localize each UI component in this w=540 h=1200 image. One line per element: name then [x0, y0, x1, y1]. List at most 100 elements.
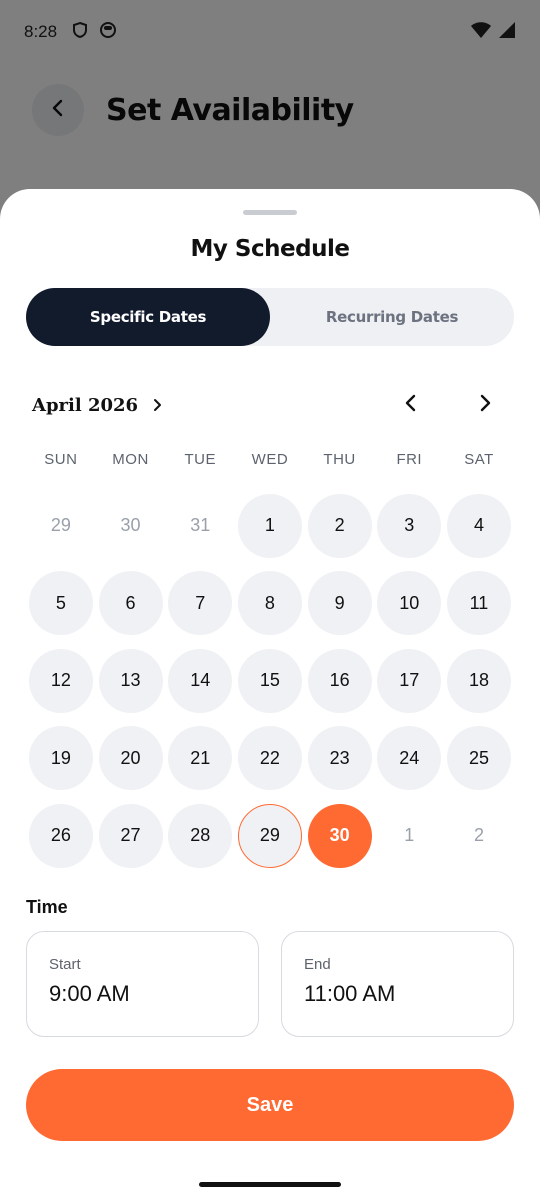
- weekday-header: SUN MON TUE WED THU FRI SAT: [26, 451, 514, 468]
- weekday-label: TUE: [184, 451, 216, 468]
- calendar-cell: 7: [165, 565, 235, 643]
- calendar-day-selected[interactable]: 30: [307, 803, 372, 868]
- calendar-day[interactable]: 19: [28, 726, 93, 791]
- calendar-day[interactable]: 25: [446, 726, 511, 791]
- calendar-day[interactable]: 17: [377, 648, 442, 713]
- chevron-right-icon: [477, 394, 493, 417]
- calendar-cell: 30: [305, 797, 375, 875]
- calendar-cell: 1: [235, 487, 305, 565]
- calendar-day-today[interactable]: 29: [237, 803, 302, 868]
- calendar-day[interactable]: 7: [168, 571, 233, 636]
- calendar-day[interactable]: 6: [98, 571, 163, 636]
- sheet-drag-handle[interactable]: [243, 210, 297, 215]
- calendar-day[interactable]: 10: [377, 571, 442, 636]
- calendar-day[interactable]: 5: [28, 571, 93, 636]
- chevron-right-icon[interactable]: [150, 398, 164, 412]
- calendar-cell: 6: [96, 565, 166, 643]
- calendar-day[interactable]: 2: [307, 493, 372, 558]
- calendar-cell: 20: [96, 720, 166, 798]
- end-time-value: 11:00 AM: [304, 981, 396, 1006]
- start-time-label: Start: [49, 956, 81, 973]
- calendar-cell: 2: [305, 487, 375, 565]
- calendar-day[interactable]: 13: [98, 648, 163, 713]
- weekday-label: SUN: [44, 451, 78, 468]
- calendar-cell: 28: [165, 797, 235, 875]
- schedule-type-tabs: Specific Dates Recurring Dates: [26, 288, 514, 346]
- calendar-cell: 21: [165, 720, 235, 798]
- calendar-cell: 13: [96, 642, 166, 720]
- calendar-cell: 23: [305, 720, 375, 798]
- save-button[interactable]: Save: [26, 1069, 514, 1141]
- calendar-cell: 8: [235, 565, 305, 643]
- calendar-cell: 17: [374, 642, 444, 720]
- calendar-day-outside-month: 31: [190, 515, 211, 536]
- calendar-day[interactable]: 20: [98, 726, 163, 791]
- calendar-day[interactable]: 16: [307, 648, 372, 713]
- calendar-day[interactable]: 4: [446, 493, 511, 558]
- calendar-day[interactable]: 27: [98, 803, 163, 868]
- tab-recurring-dates[interactable]: Recurring Dates: [270, 288, 514, 346]
- calendar-cell: 16: [305, 642, 375, 720]
- end-time-label: End: [304, 956, 331, 973]
- calendar-cell: 5: [26, 565, 96, 643]
- weekday-label: THU: [323, 451, 356, 468]
- calendar-day[interactable]: 28: [168, 803, 233, 868]
- month-label[interactable]: April 2026: [32, 395, 138, 416]
- calendar-cell: 10: [374, 565, 444, 643]
- calendar-day[interactable]: 18: [446, 648, 511, 713]
- calendar-grid: 29 30 31 1 2 3 4 5 6 7 8 9 10 11 12 13 14 15 16 17 18 19 20 21 2…: [26, 487, 514, 875]
- start-time-value: 9:00 AM: [49, 981, 130, 1006]
- next-month-button[interactable]: [470, 390, 500, 420]
- calendar-cell: 27: [96, 797, 166, 875]
- calendar-cell: 19: [26, 720, 96, 798]
- start-time-field[interactable]: Start 9:00 AM: [26, 931, 259, 1037]
- home-gesture-handle[interactable]: [199, 1182, 341, 1187]
- month-nav: [396, 390, 500, 420]
- calendar-cell: 11: [444, 565, 514, 643]
- calendar-day-outside-month: 2: [473, 825, 484, 846]
- weekday-label: WED: [251, 451, 289, 468]
- weekday-label: MON: [112, 451, 149, 468]
- calendar-cell: 4: [444, 487, 514, 565]
- calendar-cell: 18: [444, 642, 514, 720]
- end-time-field[interactable]: End 11:00 AM: [281, 931, 514, 1037]
- calendar-day[interactable]: 15: [237, 648, 302, 713]
- calendar-day-outside-month: 1: [404, 825, 415, 846]
- schedule-bottom-sheet: My Schedule Specific Dates Recurring Dat…: [0, 189, 540, 1168]
- calendar-cell: 15: [235, 642, 305, 720]
- calendar-day[interactable]: 12: [28, 648, 93, 713]
- calendar-day[interactable]: 3: [377, 493, 442, 558]
- calendar-cell: 12: [26, 642, 96, 720]
- calendar-day[interactable]: 23: [307, 726, 372, 791]
- calendar-cell: 14: [165, 642, 235, 720]
- calendar-cell: 1: [374, 797, 444, 875]
- calendar-day[interactable]: 22: [237, 726, 302, 791]
- chevron-left-icon: [403, 394, 419, 417]
- calendar-day[interactable]: 26: [28, 803, 93, 868]
- calendar-cell: 26: [26, 797, 96, 875]
- calendar-cell: 30: [96, 487, 166, 565]
- sheet-title: My Schedule: [190, 236, 350, 262]
- calendar-day[interactable]: 14: [168, 648, 233, 713]
- calendar-cell: 31: [165, 487, 235, 565]
- calendar-day[interactable]: 9: [307, 571, 372, 636]
- time-section-label: Time: [26, 897, 68, 917]
- calendar-cell: 24: [374, 720, 444, 798]
- calendar-day[interactable]: 21: [168, 726, 233, 791]
- calendar-cell: 29: [235, 797, 305, 875]
- calendar-cell: 29: [26, 487, 96, 565]
- weekday-label: SAT: [464, 451, 494, 468]
- system-nav-bar: [0, 1168, 540, 1200]
- calendar-day-outside-month: 29: [50, 515, 71, 536]
- calendar-day[interactable]: 1: [237, 493, 302, 558]
- tab-specific-dates[interactable]: Specific Dates: [26, 288, 270, 346]
- calendar-day[interactable]: 8: [237, 571, 302, 636]
- screen: 8:28 Set Availability: [0, 0, 540, 1200]
- calendar-cell: 9: [305, 565, 375, 643]
- calendar-cell: 3: [374, 487, 444, 565]
- calendar-day[interactable]: 24: [377, 726, 442, 791]
- weekday-label: FRI: [396, 451, 423, 468]
- calendar-cell: 22: [235, 720, 305, 798]
- previous-month-button[interactable]: [396, 390, 426, 420]
- calendar-day[interactable]: 11: [446, 571, 511, 636]
